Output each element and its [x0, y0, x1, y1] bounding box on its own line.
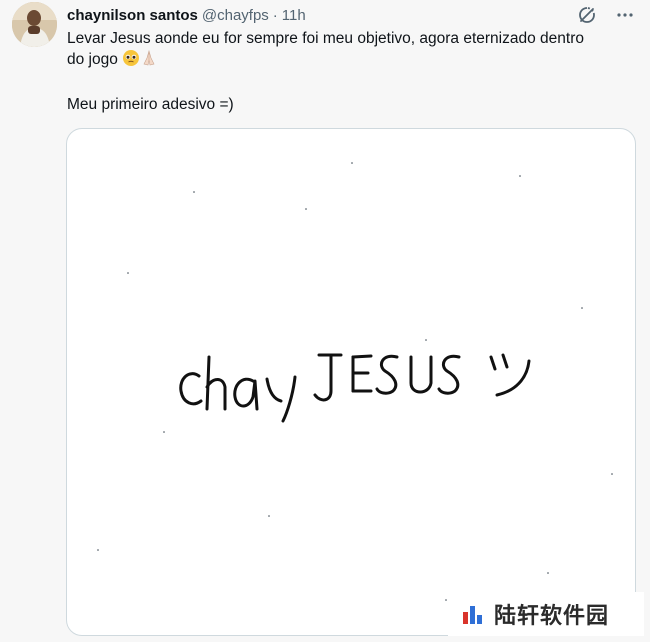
tweet-line-2: do jogo — [67, 51, 118, 68]
watermark: 陆轩软件园 — [448, 592, 644, 636]
tweet-media-image[interactable] — [66, 128, 636, 636]
handwriting-drawing — [179, 353, 531, 423]
tweet: chaynilson santos @chayfps · 11h Levar J… — [0, 0, 650, 642]
avatar[interactable] — [12, 2, 57, 47]
watermark-text: 陆轩软件园 — [494, 604, 610, 629]
tweet-header: chaynilson santos @chayfps · 11h — [67, 5, 306, 25]
tweet-line-1: Levar Jesus aonde eu for sempre foi meu … — [67, 30, 584, 47]
tweet-line-3: Meu primeiro adesivo =) — [67, 96, 234, 113]
more-options-icon[interactable] — [614, 4, 636, 26]
watermark-logo-icon — [463, 606, 482, 624]
author-name[interactable]: chaynilson santos — [67, 7, 198, 24]
author-handle[interactable]: @chayfps — [202, 7, 269, 24]
separator-dot: · — [272, 6, 278, 24]
praying-hands-icon — [140, 49, 158, 73]
timestamp[interactable]: 11h — [282, 7, 306, 24]
pleading-face-icon — [122, 49, 140, 73]
grok-icon[interactable] — [576, 4, 598, 26]
tweet-actions-top — [576, 4, 636, 26]
avatar-image — [12, 2, 57, 47]
tweet-text: Levar Jesus aonde eu for sempre foi meu … — [67, 28, 637, 115]
tweet-line-2-row: do jogo — [67, 49, 637, 73]
